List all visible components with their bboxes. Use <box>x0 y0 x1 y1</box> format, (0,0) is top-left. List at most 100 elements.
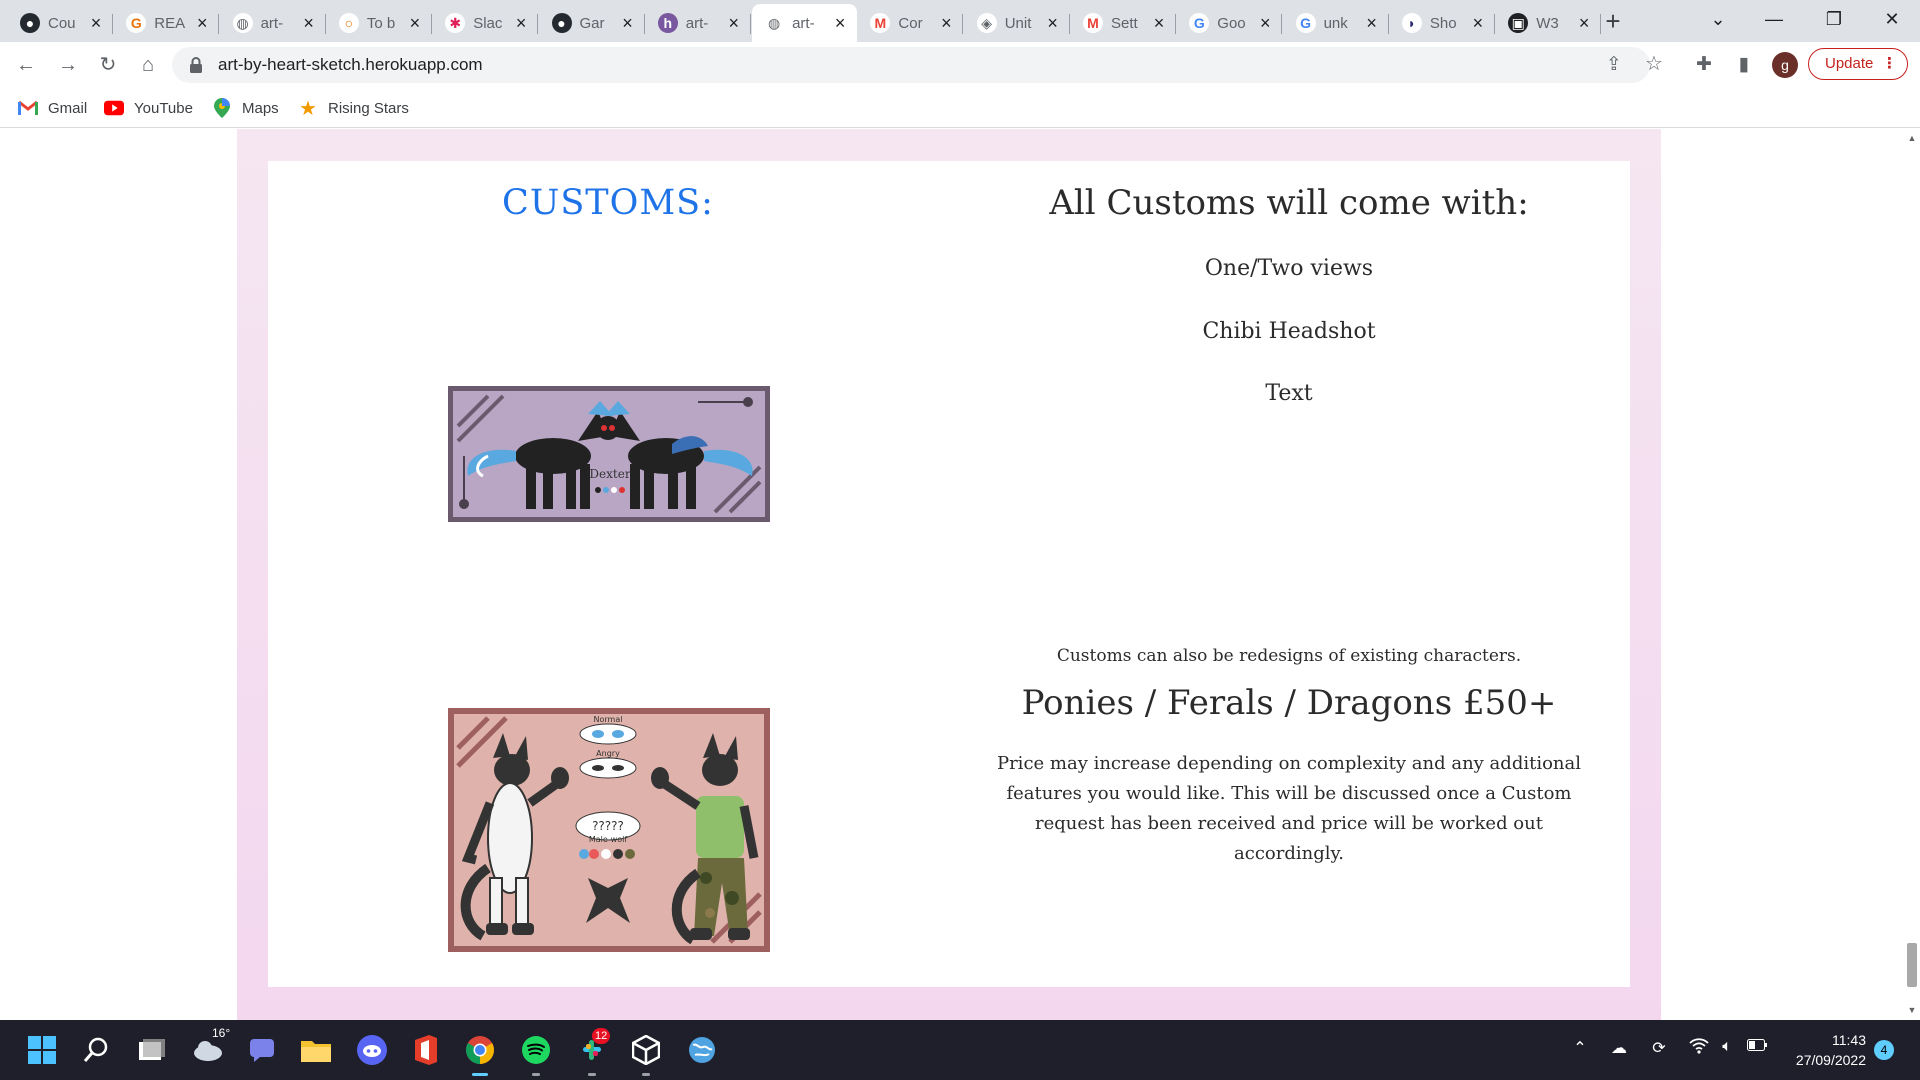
browser-tab[interactable]: h art- × <box>646 4 751 42</box>
onedrive-icon[interactable]: ☁ <box>1608 1038 1630 1062</box>
close-window-icon[interactable]: ✕ <box>1864 0 1920 40</box>
minimize-icon[interactable]: — <box>1746 0 1802 40</box>
github-icon: ● <box>551 13 572 33</box>
notification-badge[interactable]: 4 <box>1874 1040 1894 1060</box>
restore-icon[interactable]: ❐ <box>1806 0 1862 40</box>
tab-title: art- <box>792 14 815 32</box>
sync-icon[interactable]: ⟳ <box>1648 1038 1670 1062</box>
reload-icon[interactable]: ↻ <box>92 49 124 81</box>
volume-icon[interactable]: 🔈︎ <box>1716 1038 1738 1062</box>
blender-button[interactable] <box>684 1032 720 1068</box>
close-tab-icon[interactable]: × <box>512 14 530 32</box>
lock-icon[interactable] <box>188 56 204 74</box>
include-item: Text <box>1265 381 1313 406</box>
tab-search-icon[interactable]: ⌄ <box>1690 0 1746 40</box>
browser-tab[interactable]: G REA × <box>114 4 220 42</box>
more-menu-icon[interactable]: ⋮ <box>1882 49 1897 79</box>
cloud-icon <box>194 1041 222 1061</box>
browser-tab[interactable]: ✱ Slac × <box>433 4 539 42</box>
browser-tab[interactable]: M Cor × <box>858 4 964 42</box>
extensions-icon[interactable]: ✚ <box>1692 53 1716 77</box>
close-tab-icon[interactable]: × <box>406 14 424 32</box>
new-tab-button[interactable]: + <box>1598 6 1628 36</box>
close-tab-icon[interactable]: × <box>1044 14 1062 32</box>
spotify-button[interactable] <box>518 1032 554 1076</box>
browser-tab[interactable]: G Goo × <box>1177 4 1283 42</box>
scroll-up-icon[interactable]: ▲ <box>1904 133 1920 143</box>
page-scrollbar[interactable]: ▲ ▼ <box>1904 129 1920 1020</box>
battery-icon[interactable] <box>1746 1038 1768 1062</box>
close-tab-icon[interactable]: × <box>619 14 637 32</box>
search-button[interactable] <box>78 1032 114 1068</box>
url-text[interactable]: art-by-heart-sketch.herokuapp.com <box>218 55 483 75</box>
tab-title: Sho <box>1429 14 1457 32</box>
unity-button[interactable] <box>628 1032 664 1076</box>
show-hidden-icons[interactable]: ⌃ <box>1570 1038 1590 1062</box>
profile-avatar[interactable]: g <box>1772 52 1798 78</box>
browser-tab[interactable]: ● Gar × <box>540 4 645 42</box>
browser-tab[interactable]: ◍ art- × <box>221 4 326 42</box>
close-tab-icon[interactable]: × <box>300 14 318 32</box>
close-tab-icon[interactable]: × <box>87 14 105 32</box>
browser-tab[interactable]: M Sett × <box>1071 4 1176 42</box>
home-icon[interactable]: ⌂ <box>132 49 164 81</box>
start-button[interactable] <box>24 1032 60 1068</box>
search-icon <box>83 1037 108 1062</box>
browser-tab[interactable]: ○ To b × <box>327 4 432 42</box>
office-button[interactable] <box>408 1032 444 1068</box>
tab-title: Cou <box>48 14 76 32</box>
side-panel-icon[interactable]: ▮ <box>1732 53 1756 77</box>
discord-button[interactable] <box>354 1032 390 1068</box>
browser-tab[interactable]: ● Cou × <box>8 4 113 42</box>
file-explorer-button[interactable] <box>298 1032 334 1068</box>
system-clock[interactable]: 11:43 27/09/2022 <box>1776 1030 1866 1070</box>
bookmark-star-icon[interactable]: ☆ <box>1642 52 1666 76</box>
browser-toolbar: ← → ↻ ⌂ art-by-heart-sketch.herokuapp.co… <box>0 42 1920 88</box>
tab-separator <box>962 14 964 34</box>
address-bar[interactable]: art-by-heart-sketch.herokuapp.com ⇪ <box>172 47 1650 83</box>
slack-button[interactable]: 12 <box>574 1028 611 1076</box>
scrollbar-thumb[interactable] <box>1907 943 1917 987</box>
bookmark-gmail[interactable]: Gmail <box>18 96 87 120</box>
back-icon[interactable]: ← <box>10 49 42 81</box>
browser-tab[interactable]: Gunk × <box>1284 4 1389 42</box>
bookmark-rising-stars[interactable]: ★ Rising Stars <box>298 96 409 120</box>
bookmark-youtube[interactable]: YouTube <box>104 96 193 120</box>
close-tab-icon[interactable]: × <box>1256 14 1274 32</box>
close-tab-icon[interactable]: × <box>831 14 849 32</box>
discord-icon <box>357 1035 387 1065</box>
office-icon <box>415 1035 437 1065</box>
close-tab-icon[interactable]: × <box>1150 14 1168 32</box>
task-view-button[interactable] <box>134 1032 170 1068</box>
bookmark-label: Gmail <box>48 99 88 117</box>
include-item: One/Two views <box>1204 256 1374 281</box>
close-tab-icon[interactable]: × <box>1469 14 1487 32</box>
weather-widget[interactable]: 16° <box>190 1026 230 1068</box>
spotify-icon <box>522 1036 550 1064</box>
close-tab-icon[interactable]: × <box>937 14 955 32</box>
browser-tab[interactable]: ◗ Sho × <box>1390 4 1495 42</box>
close-tab-icon[interactable]: × <box>193 14 211 32</box>
w3-icon: ▣ <box>1508 13 1529 33</box>
close-tab-icon[interactable]: × <box>1575 14 1593 32</box>
tab-strip: ● Cou × G REA × ◍ art- × ○ To b × ✱ Slac × ● Gar × h art- × ◍… <box>0 0 1920 42</box>
globe-app-icon <box>689 1037 715 1063</box>
update-button[interactable]: Update ⋮ <box>1808 48 1908 80</box>
windows-taskbar: 16° 12 ⌃ ☁ ⟳ 🔈︎ 11:43 27/09/2022 4 <box>0 1020 1920 1080</box>
gmail-icon: M <box>1083 13 1103 33</box>
close-tab-icon[interactable]: × <box>725 14 743 32</box>
heroku-icon: h <box>657 13 678 33</box>
bookmark-label: Rising Stars <box>328 99 409 117</box>
wifi-icon[interactable] <box>1688 1038 1710 1062</box>
close-tab-icon[interactable]: × <box>1363 14 1381 32</box>
browser-tab[interactable]: ◈ Unit × <box>965 4 1070 42</box>
scroll-down-icon[interactable]: ▼ <box>1904 1005 1920 1015</box>
teams-chat-button[interactable] <box>244 1032 280 1068</box>
share-icon[interactable]: ⇪ <box>1602 53 1626 77</box>
forward-icon[interactable]: → <box>52 49 84 81</box>
tab-separator <box>430 14 432 34</box>
browser-tab[interactable]: ▣ W3 × <box>1496 4 1602 42</box>
browser-tab[interactable]: ◍ art- × <box>752 4 858 42</box>
bookmark-maps[interactable]: Maps <box>212 96 279 120</box>
chrome-button[interactable] <box>462 1032 498 1076</box>
